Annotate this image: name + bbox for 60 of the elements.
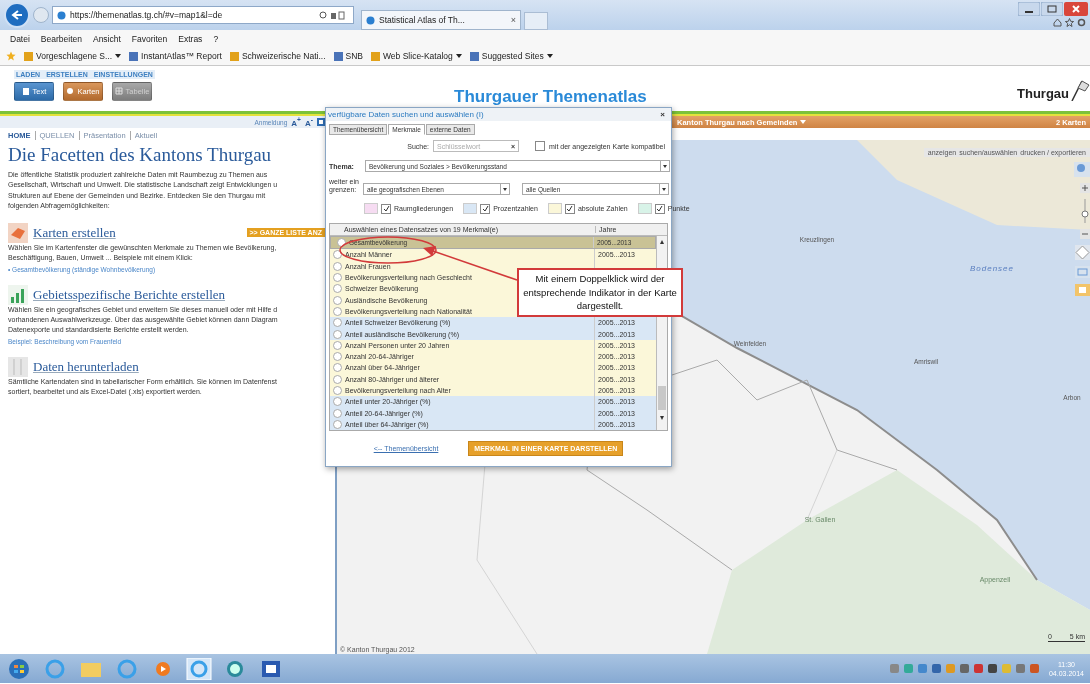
- flag-icon: [1070, 79, 1090, 101]
- browser-icon[interactable]: [186, 657, 212, 680]
- menu-item[interactable]: Bearbeiten: [40, 33, 82, 44]
- layers-icon[interactable]: [1075, 266, 1090, 278]
- pan-icon[interactable]: [1074, 162, 1090, 177]
- favorite-link[interactable]: SNB: [333, 51, 363, 61]
- place-label: Bodensee: [970, 264, 1014, 273]
- printer-icon[interactable]: [1075, 284, 1090, 296]
- site-icon: [366, 15, 375, 25]
- favorite-link[interactable]: Suggested Sites: [469, 51, 553, 61]
- table-icon: [8, 356, 28, 377]
- star-icon[interactable]: [1065, 18, 1074, 27]
- checkbox[interactable]: [654, 203, 665, 214]
- section-heading-link[interactable]: Gebietsspezifische Berichte erstellen: [33, 286, 226, 303]
- menu-item[interactable]: Datei: [10, 33, 30, 44]
- favorite-link[interactable]: InstantAtlas™ Report: [129, 51, 222, 61]
- favorite-link[interactable]: Schweizerische Nati...: [229, 51, 326, 61]
- checkbox[interactable]: [381, 203, 391, 214]
- zoom-slider-icon[interactable]: [1080, 199, 1090, 223]
- close-icon[interactable]: [1064, 2, 1088, 16]
- menu-item[interactable]: Ansicht: [92, 33, 121, 44]
- menu-item[interactable]: ?: [213, 33, 219, 44]
- forward-button[interactable]: [33, 7, 49, 23]
- decrease-text-button[interactable]: A$^{-}$: [305, 116, 313, 128]
- page-icon: [21, 87, 30, 96]
- logo-text: Thurgau: [1017, 86, 1069, 101]
- favorite-link[interactable]: Vorgeschlagene S...: [24, 51, 122, 61]
- settings-icon[interactable]: [1077, 18, 1086, 27]
- tab-close-button[interactable]: ×: [510, 15, 516, 25]
- bar-chart-icon: [8, 284, 28, 305]
- table-icon: [114, 87, 123, 96]
- dialog-title: verfügbare Daten suchen und auswählen (I): [328, 110, 484, 119]
- close-button[interactable]: ×: [660, 110, 665, 119]
- menu-item[interactable]: Extras: [178, 33, 203, 44]
- minimize-icon[interactable]: [1018, 2, 1040, 16]
- zoom-out-icon[interactable]: [1080, 229, 1090, 239]
- new-tab-button[interactable]: [524, 12, 548, 30]
- home-icon[interactable]: [1053, 18, 1062, 27]
- checkbox[interactable]: [564, 203, 575, 214]
- map-pencil-icon: [8, 223, 28, 244]
- contrast-icon[interactable]: [317, 118, 325, 126]
- start-orb-icon[interactable]: [6, 657, 32, 680]
- section-heading-link[interactable]: Karten erstellen: [33, 225, 116, 242]
- browser-tab[interactable]: Statistical Atlas of Th... ×: [361, 10, 521, 30]
- address-bar[interactable]: https://themenatlas.tg.ch/#v=map1&l=de: [52, 6, 354, 24]
- page-heading: Die Facetten des Kantons Thurgau: [8, 144, 273, 166]
- full-extent-icon[interactable]: [1075, 245, 1090, 260]
- menu-item[interactable]: Favoriten: [131, 33, 168, 44]
- app-title: Thurgauer Themenatlas: [454, 87, 647, 107]
- lightbulb-icon: [66, 87, 75, 96]
- favorites-star-icon[interactable]: [6, 51, 16, 61]
- checkbox[interactable]: [535, 141, 546, 151]
- back-arrow-icon: [11, 9, 23, 21]
- favorite-link[interactable]: Web Slice-Katalog: [371, 51, 462, 61]
- zoom-in-icon[interactable]: [1080, 183, 1090, 193]
- back-button[interactable]: [4, 2, 30, 28]
- increase-text-button[interactable]: A$^{+}$: [291, 116, 301, 128]
- section-heading-link[interactable]: Daten herunterladen: [33, 358, 139, 375]
- checkbox[interactable]: [480, 203, 491, 214]
- site-icon: [57, 10, 66, 20]
